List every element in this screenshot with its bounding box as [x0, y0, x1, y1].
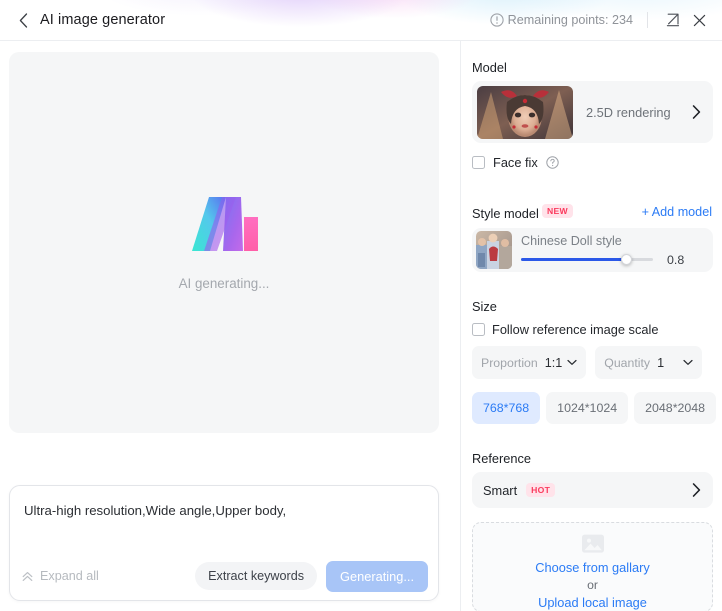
close-icon [693, 14, 705, 26]
chevron-left-icon [19, 12, 27, 28]
hot-badge: HOT [526, 483, 556, 497]
model-chevron [692, 105, 701, 119]
chevron-right-icon [692, 483, 701, 497]
dimension-options: 768*768 1024*1024 2048*2048 [472, 392, 717, 424]
style-model-item: Chinese Doll style 0.8 [472, 228, 713, 272]
smart-label: Smart [483, 482, 518, 498]
follow-reference-checkbox[interactable] [472, 323, 485, 336]
close-button[interactable] [686, 7, 712, 33]
remaining-points: Remaining points: 234 [490, 13, 633, 27]
proportion-select[interactable]: Proportion 1:1 [472, 346, 587, 379]
image-preview-panel: AI generating... [9, 52, 439, 433]
style-weight-row: 0.8 [521, 253, 705, 267]
header-separator [0, 40, 722, 41]
settings-pane: Model 2.5D rendering Face fix Style mode… [460, 41, 722, 611]
prompt-input-container[interactable]: Ultra-high resolution,Wide angle,Upper b… [9, 485, 439, 601]
generating-status-text: AI generating... [178, 275, 270, 291]
open-external-button[interactable] [660, 7, 686, 33]
face-fix-row[interactable]: Face fix [472, 155, 559, 170]
model-name: 2.5D rendering [586, 104, 671, 120]
expand-all-label: Expand all [40, 569, 99, 583]
add-model-button[interactable]: + Add model [642, 205, 712, 219]
chevron-down-icon [567, 359, 577, 366]
choose-from-gallery-link[interactable]: Choose from gallary [535, 560, 650, 575]
reference-section-label: Reference [472, 451, 532, 466]
dimension-option-2048[interactable]: 2048*2048 [634, 392, 717, 424]
prompt-input[interactable]: Ultra-high resolution,Wide angle,Upper b… [24, 502, 424, 520]
slider-thumb[interactable] [621, 254, 633, 265]
remaining-points-text: Remaining points: 234 [507, 13, 633, 27]
window-header: AI image generator Remaining points: 234 [0, 0, 722, 41]
style-model-name: Chinese Doll style [521, 233, 622, 248]
model-selector[interactable]: 2.5D rendering [472, 81, 713, 143]
generate-button[interactable]: Generating... [326, 560, 428, 592]
reference-upload-area[interactable]: Choose from gallary or Upload local imag… [472, 522, 713, 611]
quantity-select[interactable]: Quantity 1 [595, 346, 703, 379]
image-placeholder-icon [581, 534, 604, 553]
size-selects-row: Proportion 1:1 Quantity 1 [472, 346, 703, 379]
dimension-option-1024[interactable]: 1024*1024 [546, 392, 629, 424]
extract-keywords-button[interactable]: Extract keywords [195, 562, 318, 590]
dimension-option-768[interactable]: 768*768 [472, 392, 541, 424]
ai-image-generator-window: AI image generator Remaining points: 234 [0, 0, 722, 611]
smart-reference-selector[interactable]: Smart HOT [472, 472, 713, 508]
face-fix-label: Face fix [493, 155, 538, 170]
quantity-value: 1 [657, 355, 665, 370]
ai-logo-icon [186, 195, 262, 253]
style-model-thumbnail [476, 231, 512, 269]
proportion-label: Proportion [481, 355, 538, 370]
upload-local-image-link[interactable]: Upload local image [538, 595, 647, 610]
chevron-right-icon [692, 105, 701, 119]
header-divider [647, 12, 648, 28]
proportion-value: 1:1 [544, 355, 563, 370]
follow-reference-label: Follow reference image scale [492, 322, 659, 337]
left-pane: AI generating... Ultra-high resolution,W… [0, 41, 460, 611]
or-separator-text: or [587, 578, 598, 592]
expand-all-button[interactable]: Expand all [21, 569, 99, 583]
follow-reference-row[interactable]: Follow reference image scale [472, 322, 658, 337]
smart-chevron [692, 483, 701, 497]
chevron-down-icon [683, 359, 693, 366]
page-title: AI image generator [40, 12, 166, 28]
style-model-section-label: Style model [472, 206, 539, 221]
face-fix-checkbox[interactable] [472, 156, 485, 169]
back-button[interactable] [8, 0, 38, 40]
new-badge: NEW [542, 204, 573, 218]
slider-fill [521, 258, 627, 261]
prompt-action-bar: Expand all Extract keywords Generating..… [10, 552, 440, 600]
size-section-label: Size [472, 299, 497, 314]
quantity-label: Quantity [604, 355, 651, 370]
question-circle-icon[interactable] [546, 156, 559, 169]
model-thumbnail [477, 85, 573, 139]
style-weight-slider[interactable] [521, 254, 653, 265]
style-weight-value: 0.8 [667, 252, 685, 267]
model-section-label: Model [472, 60, 507, 75]
external-link-icon [666, 13, 680, 27]
info-circle-icon [490, 13, 504, 27]
chevrons-up-icon [22, 571, 33, 581]
